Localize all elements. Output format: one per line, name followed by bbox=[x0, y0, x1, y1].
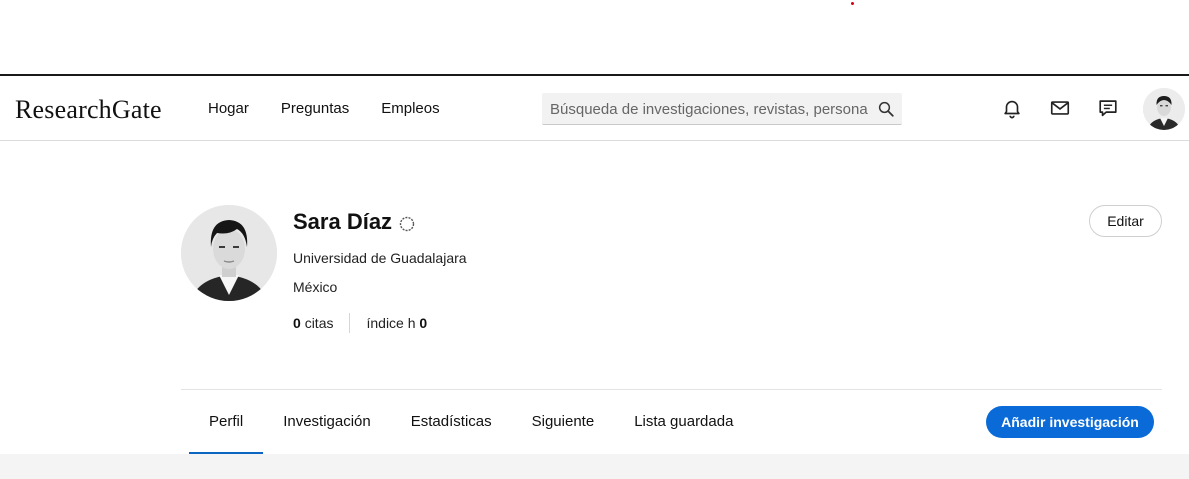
user-avatar-small[interactable] bbox=[1143, 88, 1185, 130]
status-dot bbox=[851, 2, 854, 5]
tab-research[interactable]: Investigación bbox=[263, 392, 391, 454]
edit-profile-button[interactable]: Editar bbox=[1089, 205, 1162, 237]
search-bar bbox=[542, 93, 902, 125]
profile-country: México bbox=[293, 279, 338, 295]
hindex-stat[interactable]: índice h 0 bbox=[366, 315, 427, 331]
profile-name-row: Sara Díaz bbox=[293, 209, 416, 235]
stats-divider bbox=[349, 313, 351, 333]
tab-saved-list[interactable]: Lista guardada bbox=[614, 392, 753, 454]
top-navigation-bar: ResearchGate Hogar Preguntas Empleos bbox=[0, 74, 1189, 141]
profile-tabs: Perfil Investigación Estadísticas Siguie… bbox=[189, 392, 753, 454]
hindex-value: 0 bbox=[419, 315, 428, 331]
tab-following[interactable]: Siguiente bbox=[512, 392, 615, 454]
tabs-divider bbox=[181, 389, 1162, 390]
loading-status-icon bbox=[399, 216, 415, 232]
citations-label: citas bbox=[304, 315, 334, 331]
nav-jobs[interactable]: Empleos bbox=[381, 100, 439, 117]
tab-stats[interactable]: Estadísticas bbox=[391, 392, 512, 454]
tab-profile[interactable]: Perfil bbox=[189, 392, 264, 454]
citations-stat[interactable]: 0 citas bbox=[293, 315, 333, 331]
profile-stats: 0 citas índice h 0 bbox=[293, 313, 427, 333]
hindex-label: índice h bbox=[366, 315, 416, 331]
search-icon[interactable] bbox=[877, 100, 895, 118]
nav-questions[interactable]: Preguntas bbox=[281, 100, 349, 117]
profile-institution[interactable]: Universidad de Guadalajara bbox=[293, 250, 467, 266]
profile-name: Sara Díaz bbox=[293, 209, 393, 234]
bell-icon[interactable] bbox=[1001, 97, 1023, 119]
content-area-background bbox=[0, 454, 1189, 479]
main-nav: Hogar Preguntas Empleos bbox=[208, 100, 440, 117]
add-research-button[interactable]: Añadir investigación bbox=[986, 406, 1154, 438]
profile-avatar[interactable] bbox=[181, 205, 277, 301]
nav-home[interactable]: Hogar bbox=[208, 100, 249, 117]
search-input[interactable] bbox=[542, 93, 876, 125]
mail-icon[interactable] bbox=[1049, 97, 1071, 119]
chat-icon[interactable] bbox=[1097, 97, 1119, 119]
citations-count: 0 bbox=[293, 315, 301, 331]
researchgate-logo[interactable]: ResearchGate bbox=[15, 95, 162, 125]
